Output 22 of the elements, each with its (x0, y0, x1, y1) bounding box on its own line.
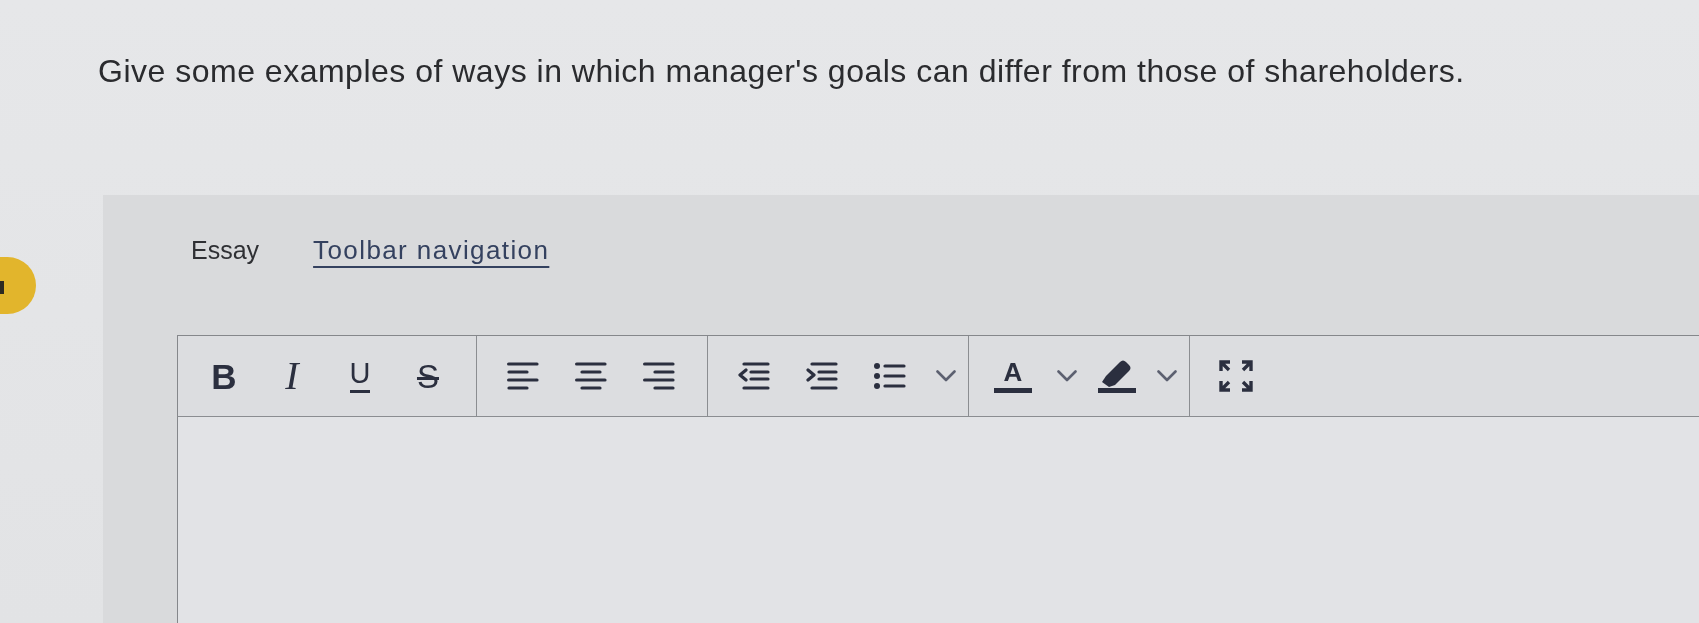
indent-icon (806, 362, 838, 390)
question-text: Give some examples of ways in which manager's goals can differ from those of shareholders. (98, 52, 1465, 90)
caret-icon (1157, 370, 1177, 382)
bullet-list-icon (874, 363, 906, 389)
underline-button[interactable]: U (326, 348, 394, 404)
italic-button[interactable]: I (258, 348, 326, 404)
align-right-icon (643, 362, 675, 390)
color-bar-icon (994, 388, 1032, 393)
align-center-icon (575, 362, 607, 390)
align-left-icon (507, 362, 539, 390)
marker-icon (0, 257, 36, 314)
fullscreen-icon (1219, 360, 1253, 392)
outdent-icon (738, 362, 770, 390)
strikethrough-button[interactable]: S (394, 348, 462, 404)
question-type-label: Essay (191, 236, 260, 265)
caret-icon (936, 370, 956, 382)
highlighter-icon (1098, 359, 1136, 393)
font-color-button[interactable]: A (981, 348, 1045, 404)
toolbar-navigation-link[interactable]: Toolbar navigation (313, 235, 550, 266)
bold-button[interactable]: B (190, 348, 258, 404)
answer-field[interactable] (177, 416, 1699, 623)
caret-icon (1057, 370, 1077, 382)
